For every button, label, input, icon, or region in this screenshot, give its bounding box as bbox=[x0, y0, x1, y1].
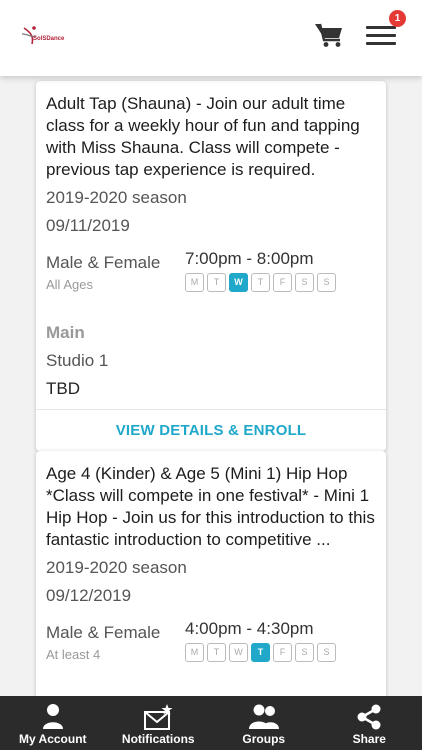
nav-label: My Account bbox=[18, 732, 87, 746]
class-teacher: TBD bbox=[46, 379, 80, 398]
class-ages: At least 4 bbox=[46, 647, 101, 662]
envelope-star-icon bbox=[144, 704, 173, 730]
nav-share[interactable]: Share bbox=[317, 696, 422, 750]
day-friday: F bbox=[273, 643, 292, 662]
day-saturday: S bbox=[295, 643, 314, 662]
class-date: 09/11/2019 bbox=[46, 216, 130, 235]
nav-label: Groups bbox=[242, 732, 286, 746]
group-icon bbox=[248, 704, 279, 729]
nav-label: Notifications bbox=[121, 732, 195, 746]
weekday-indicator: M T W T F S S bbox=[185, 273, 336, 292]
studio-logo[interactable]: SolSDance bbox=[20, 24, 64, 50]
hamburger-menu-icon bbox=[366, 26, 396, 29]
class-title: Adult Tap (Shauna) - Join our adult time… bbox=[46, 94, 360, 179]
class-gender: Male & Female bbox=[46, 623, 161, 642]
class-gender: Male & Female bbox=[46, 253, 161, 272]
notification-badge: 1 bbox=[389, 10, 406, 27]
day-tuesday: T bbox=[207, 643, 226, 662]
day-wednesday: W bbox=[229, 643, 248, 662]
day-monday: M bbox=[185, 643, 204, 662]
day-saturday: S bbox=[295, 273, 314, 292]
app-header: SolSDance 1 bbox=[0, 0, 422, 76]
day-friday: F bbox=[273, 273, 292, 292]
bottom-navigation: My Account Notifications Groups Share bbox=[0, 696, 422, 750]
class-list[interactable]: Adult Tap (Shauna) - Join our adult time… bbox=[0, 76, 422, 696]
class-meta: Male & Female All Ages 7:00pm - 8:00pm M… bbox=[46, 247, 376, 307]
nav-notifications[interactable]: Notifications bbox=[106, 696, 212, 750]
day-sunday: S bbox=[317, 273, 336, 292]
class-meta: Male & Female At least 4 4:00pm - 4:30pm… bbox=[46, 617, 376, 677]
class-date: 09/12/2019 bbox=[46, 586, 132, 605]
class-season: 2019-2020 season bbox=[46, 558, 187, 577]
class-time: 7:00pm - 8:00pm bbox=[185, 249, 314, 268]
nav-label: Share bbox=[352, 732, 386, 746]
day-thursday: T bbox=[251, 273, 270, 292]
share-icon bbox=[357, 704, 381, 730]
class-location: Main bbox=[46, 323, 85, 342]
class-season: 2019-2020 season bbox=[46, 188, 187, 207]
class-room: Studio 1 bbox=[46, 351, 109, 370]
class-card[interactable]: Adult Tap (Shauna) - Join our adult time… bbox=[36, 81, 386, 451]
class-card[interactable]: Age 4 (Kinder) & Age 5 (Mini 1) Hip Hop … bbox=[36, 451, 386, 696]
class-time: 4:00pm - 4:30pm bbox=[185, 619, 314, 638]
shopping-cart-icon bbox=[315, 23, 342, 47]
day-wednesday: W bbox=[229, 273, 248, 292]
weekday-indicator: M T W T F S S bbox=[185, 643, 336, 662]
day-sunday: S bbox=[317, 643, 336, 662]
day-monday: M bbox=[185, 273, 204, 292]
nav-groups[interactable]: Groups bbox=[211, 696, 317, 750]
nav-my-account[interactable]: My Account bbox=[0, 696, 106, 750]
class-title: Age 4 (Kinder) & Age 5 (Mini 1) Hip Hop … bbox=[46, 464, 375, 549]
person-icon bbox=[42, 704, 63, 729]
view-details-enroll-button[interactable]: VIEW DETAILS & ENROLL bbox=[36, 409, 386, 451]
cart-button[interactable] bbox=[314, 22, 344, 48]
day-tuesday: T bbox=[207, 273, 226, 292]
class-ages: All Ages bbox=[46, 277, 93, 292]
day-thursday: T bbox=[251, 643, 270, 662]
logo-text: SolSDance bbox=[33, 36, 65, 42]
